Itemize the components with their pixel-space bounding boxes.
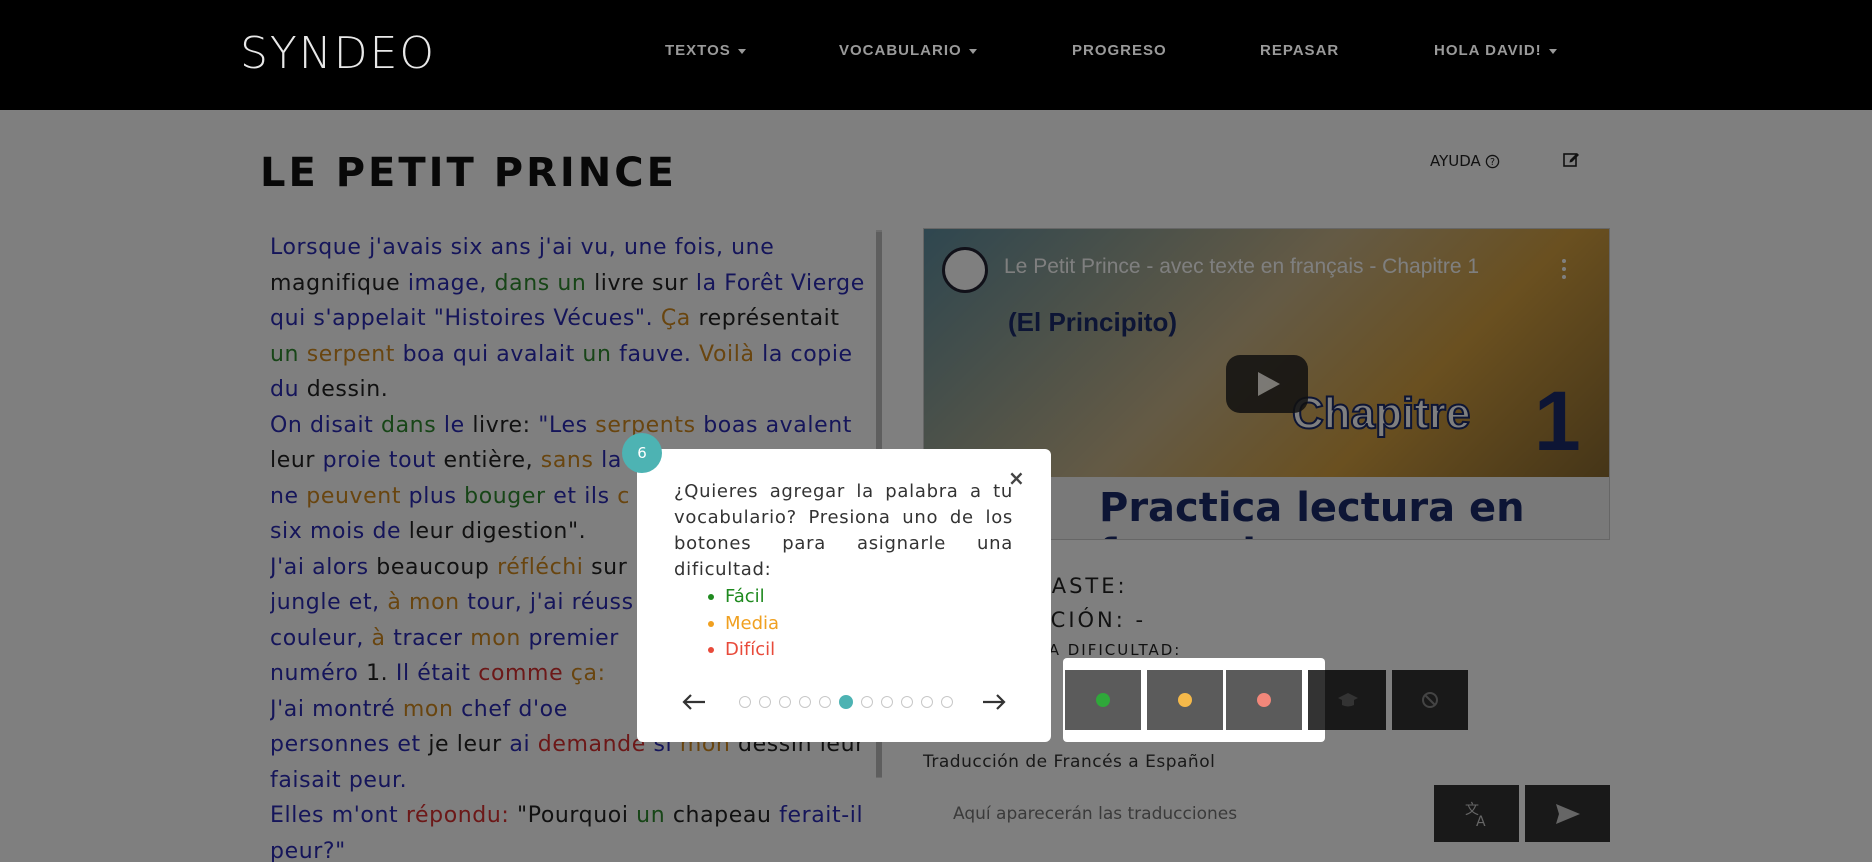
- difficulty-buttons-highlight: [1063, 658, 1325, 742]
- navbar: SYNDEO TEXTOS VOCABULARIO PROGRESO REPAS…: [0, 0, 1872, 110]
- hard-dot-icon: [1257, 693, 1271, 707]
- legend-medium: Media: [708, 611, 779, 638]
- logo-text: SYNDEO: [240, 28, 437, 79]
- logo[interactable]: SYNDEO: [240, 28, 436, 79]
- arrow-left-icon[interactable]: [681, 690, 707, 714]
- tour-dot[interactable]: [921, 696, 933, 708]
- nav-user-menu[interactable]: HOLA DAVID!: [1434, 42, 1557, 59]
- caret-down-icon: [1548, 48, 1557, 54]
- tour-progress-dots: [739, 695, 953, 709]
- medium-button[interactable]: [1147, 670, 1223, 730]
- difficulty-legend: Fácil Media Difícil: [708, 584, 779, 664]
- nav-repasar-label: REPASAR: [1260, 42, 1340, 59]
- nav-textos-label: TEXTOS: [665, 42, 731, 59]
- caret-down-icon: [968, 48, 977, 54]
- medium-dot-icon: [1178, 693, 1192, 707]
- tour-dot[interactable]: [739, 696, 751, 708]
- nav-progreso[interactable]: PROGRESO: [1072, 42, 1167, 59]
- legend-hard: Difícil: [708, 637, 779, 664]
- nav-vocabulario-label: VOCABULARIO: [839, 42, 962, 59]
- tour-dot[interactable]: [861, 696, 873, 708]
- nav-textos[interactable]: TEXTOS: [665, 42, 746, 59]
- caret-down-icon: [737, 48, 746, 54]
- tour-dot[interactable]: [779, 696, 791, 708]
- tour-dot[interactable]: [881, 696, 893, 708]
- tour-dot[interactable]: [839, 695, 853, 709]
- nav-vocabulario[interactable]: VOCABULARIO: [839, 42, 977, 59]
- tour-dot[interactable]: [799, 696, 811, 708]
- easy-dot-icon: [1096, 693, 1110, 707]
- tour-dot[interactable]: [901, 696, 913, 708]
- legend-easy: Fácil: [708, 584, 779, 611]
- easy-button[interactable]: [1065, 670, 1141, 730]
- nav-repasar[interactable]: REPASAR: [1260, 42, 1339, 59]
- tour-dot[interactable]: [819, 696, 831, 708]
- tour-text: ¿Quieres agregar la palabra a tu vocabul…: [674, 481, 1013, 580]
- tour-step-badge: 6: [622, 433, 662, 473]
- nav-progreso-label: PROGRESO: [1072, 42, 1167, 59]
- tour-dot[interactable]: [759, 696, 771, 708]
- arrow-right-icon[interactable]: [981, 690, 1007, 714]
- learned-button-edge: [1308, 670, 1325, 730]
- tour-dot[interactable]: [941, 696, 953, 708]
- nav-user-label: HOLA DAVID!: [1434, 42, 1542, 59]
- hard-button[interactable]: [1226, 670, 1302, 730]
